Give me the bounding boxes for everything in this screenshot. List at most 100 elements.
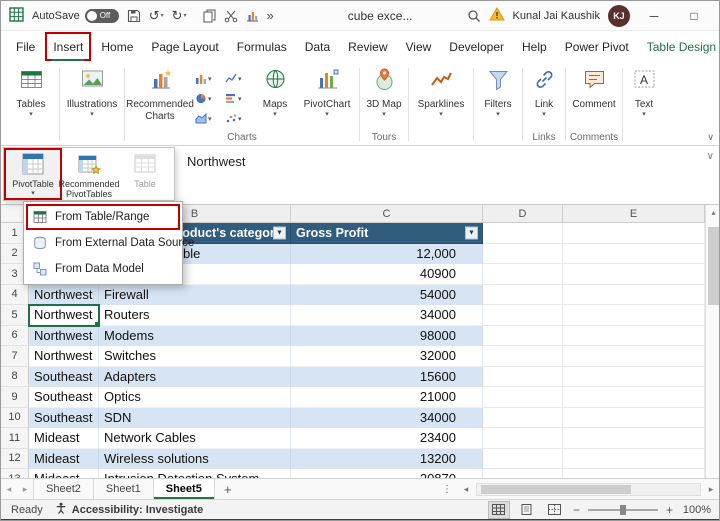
sheet-nav-left-icon[interactable]: ◂ (1, 479, 17, 499)
cell-C6[interactable]: 98000 (291, 326, 483, 347)
warning-icon[interactable] (489, 7, 505, 24)
cell-A9[interactable]: Southeast (29, 387, 99, 408)
cell-E5[interactable] (563, 305, 705, 326)
page-break-view-button[interactable] (545, 502, 565, 518)
formula-bar[interactable]: Northwest (187, 154, 246, 169)
cell-C2[interactable]: 12,000 (291, 244, 483, 265)
tab-home[interactable]: Home (92, 31, 142, 62)
cell-E4[interactable] (563, 285, 705, 306)
zoom-in-button[interactable]: + (666, 503, 673, 517)
tab-review[interactable]: Review (339, 31, 396, 62)
cell-B5[interactable]: Routers (99, 305, 291, 326)
comment-button[interactable]: Comment (568, 64, 620, 111)
cell-C4[interactable]: 54000 (291, 285, 483, 306)
page-layout-view-button[interactable] (517, 502, 537, 518)
autosave-toggle[interactable]: AutoSave Off (32, 9, 119, 23)
maximize-button[interactable]: □ (678, 1, 710, 30)
sparklines-button[interactable]: Sparklines▾ (411, 64, 471, 118)
minimize-button[interactable]: ─ (638, 1, 670, 30)
cell-D13[interactable] (483, 469, 563, 478)
menu-item-from-external-data-source[interactable]: From External Data Source (26, 230, 180, 256)
row-header-11[interactable]: 11 (1, 428, 29, 449)
row-header-12[interactable]: 12 (1, 449, 29, 470)
cell-C5[interactable]: 34000 (291, 305, 483, 326)
filters-button[interactable]: Filters▾ (476, 64, 520, 118)
pivottable-button[interactable]: PivotTable ▾ (5, 149, 61, 199)
column-header-e[interactable]: E (563, 205, 705, 223)
copy-button[interactable] (203, 9, 216, 23)
cell-E7[interactable] (563, 346, 705, 367)
cell-A11[interactable]: Mideast (29, 428, 99, 449)
cell-A12[interactable]: Mideast (29, 449, 99, 470)
scroll-right-icon[interactable]: ▸ (704, 484, 718, 495)
cell-A8[interactable]: Southeast (29, 367, 99, 388)
new-sheet-button[interactable]: + (215, 479, 241, 499)
filter-button[interactable]: ▼ (465, 226, 478, 239)
cell-D5[interactable] (483, 305, 563, 326)
cell-B12[interactable]: Wireless solutions (99, 449, 291, 470)
tab-formulas[interactable]: Formulas (228, 31, 296, 62)
save-button[interactable] (127, 9, 141, 23)
cell-C12[interactable]: 13200 (291, 449, 483, 470)
row-header-5[interactable]: 5 (1, 305, 29, 326)
recommended-pivottables-button[interactable]: Recommended PivotTables (61, 149, 117, 199)
cell-B11[interactable]: Network Cables (99, 428, 291, 449)
cell-C9[interactable]: 21000 (291, 387, 483, 408)
row-header-8[interactable]: 8 (1, 367, 29, 388)
cell-A5[interactable]: Northwest (29, 305, 99, 326)
horizontal-scrollbar[interactable] (476, 483, 701, 496)
table-button[interactable]: Table (117, 149, 173, 199)
column-chart-button[interactable]: ▾ (193, 69, 223, 88)
redo-button[interactable]: ↻▾ (172, 8, 187, 24)
tab-file[interactable]: File (7, 31, 44, 62)
tab-insert[interactable]: Insert (44, 31, 92, 62)
cell-A13[interactable]: Mideast (29, 469, 99, 478)
cell-B10[interactable]: SDN (99, 408, 291, 429)
cell-B7[interactable]: Switches (99, 346, 291, 367)
cell-B6[interactable]: Modems (99, 326, 291, 347)
row-header-9[interactable]: 9 (1, 387, 29, 408)
cell-D8[interactable] (483, 367, 563, 388)
maps-button[interactable]: Maps▾ (253, 64, 297, 118)
cell-D10[interactable] (483, 408, 563, 429)
cell-C1[interactable]: Gross Profit▼ (291, 223, 483, 244)
cell-C10[interactable]: 34000 (291, 408, 483, 429)
row-header-4[interactable]: 4 (1, 285, 29, 306)
cell-B4[interactable]: Firewall (99, 285, 291, 306)
tab-help[interactable]: Help (513, 31, 556, 62)
cell-D6[interactable] (483, 326, 563, 347)
link-button[interactable]: Link▾ (525, 64, 563, 118)
cell-E11[interactable] (563, 428, 705, 449)
cell-D11[interactable] (483, 428, 563, 449)
more-commands-button[interactable]: » (267, 8, 274, 23)
column-header-d[interactable]: D (483, 205, 563, 223)
cell-C11[interactable]: 23400 (291, 428, 483, 449)
zoom-slider-thumb[interactable] (620, 505, 626, 515)
cell-E12[interactable] (563, 449, 705, 470)
scroll-up-icon[interactable]: ▴ (706, 208, 720, 217)
bar-chart-button[interactable]: ▾ (223, 89, 253, 108)
cell-A10[interactable]: Southeast (29, 408, 99, 429)
filter-button[interactable]: ▼ (273, 226, 286, 239)
undo-button[interactable]: ↺▾ (149, 8, 164, 24)
chart-quick-button[interactable] (246, 9, 259, 22)
tab-power-pivot[interactable]: Power Pivot (556, 31, 638, 62)
cell-C7[interactable]: 32000 (291, 346, 483, 367)
cell-C8[interactable]: 15600 (291, 367, 483, 388)
line-chart-button[interactable]: ▾ (223, 69, 253, 88)
cell-C3[interactable]: 40900 (291, 264, 483, 285)
tables-button[interactable]: Tables▾ (5, 64, 57, 118)
zoom-out-button[interactable]: − (573, 503, 580, 517)
tab-table-design[interactable]: Table Design (638, 31, 720, 62)
cell-D4[interactable] (483, 285, 563, 306)
row-header-13[interactable]: 13 (1, 469, 29, 478)
row-header-7[interactable]: 7 (1, 346, 29, 367)
zoom-level[interactable]: 100% (681, 504, 711, 516)
menu-item-from-table-range[interactable]: From Table/Range (26, 204, 180, 230)
cell-E8[interactable] (563, 367, 705, 388)
cell-E13[interactable] (563, 469, 705, 478)
cell-A7[interactable]: Northwest (29, 346, 99, 367)
cell-E10[interactable] (563, 408, 705, 429)
cell-B13[interactable]: Intrusion Detection System (99, 469, 291, 478)
cell-A4[interactable]: Northwest (29, 285, 99, 306)
